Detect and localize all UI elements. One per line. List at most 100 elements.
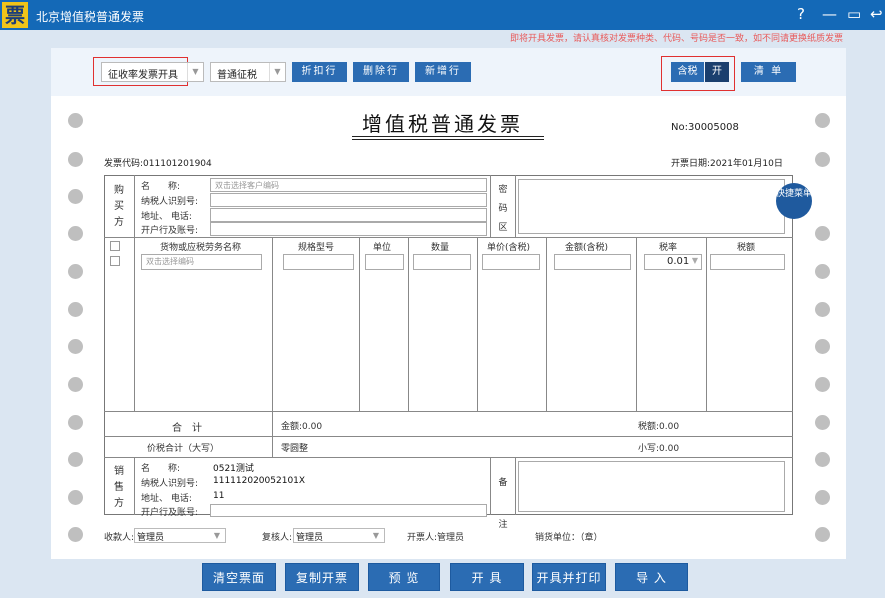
- seller-name-value: 0521测试: [213, 464, 254, 474]
- amount-input[interactable]: [554, 254, 631, 270]
- help-icon[interactable]: ?: [797, 5, 805, 23]
- col-divider: [546, 237, 547, 411]
- delete-row-button[interactable]: 删除行: [353, 62, 409, 82]
- row-checkbox[interactable]: [110, 256, 120, 266]
- col-divider: [359, 237, 360, 411]
- punch-hole: [815, 302, 830, 317]
- punch-hole: [68, 113, 83, 128]
- row-divider: [104, 237, 793, 238]
- invoice-mode-select[interactable]: 征收率发票开具 ▼: [101, 62, 204, 82]
- punch-hole: [815, 452, 830, 467]
- punch-hole: [68, 527, 83, 542]
- seller-taxid-label: 纳税人识别号:: [141, 479, 199, 489]
- spec-input[interactable]: [283, 254, 354, 270]
- seller-bank-input[interactable]: [210, 504, 487, 517]
- total-tax: 税额:0.00: [638, 419, 679, 432]
- row-divider: [104, 411, 793, 412]
- col-divider: [490, 175, 491, 237]
- unit-price-input[interactable]: [482, 254, 540, 270]
- minimize-icon[interactable]: —: [822, 5, 837, 23]
- buyer-section-label: 购买方: [114, 185, 124, 228]
- seller-name-label: 名 称:: [141, 464, 181, 474]
- chevron-down-icon: ▼: [213, 531, 221, 540]
- buyer-name-input[interactable]: 双击选择客户编码: [210, 178, 487, 192]
- col-divider: [134, 457, 135, 515]
- grand-total-label: 价税合计（大写）: [147, 444, 220, 454]
- notice-text: 即将开具发票，请认真核对发票种类、代码、号码是否一致，如不同请更换纸质发票: [509, 34, 843, 44]
- payee-select[interactable]: 管理员 ▼: [134, 528, 226, 543]
- buyer-bank-input[interactable]: [210, 222, 487, 236]
- chevron-down-icon: ▼: [691, 256, 698, 265]
- quantity-input[interactable]: [413, 254, 471, 270]
- punch-hole: [68, 152, 83, 167]
- title-bar: 票 北京增值税普通发票 ? — ▭ ↩: [0, 0, 885, 30]
- unit-input[interactable]: [365, 254, 404, 270]
- buyer-address-label: 地址、 电话:: [141, 212, 192, 222]
- goods-code-input[interactable]: 双击选择编码: [141, 254, 262, 270]
- seller-section-label: 销售方: [114, 466, 124, 509]
- preview-button[interactable]: 预 览: [368, 563, 440, 591]
- quick-menu-button[interactable]: 快捷菜单: [776, 183, 812, 219]
- remark-input[interactable]: [518, 461, 785, 512]
- punch-hole: [815, 339, 830, 354]
- row-divider: [104, 436, 793, 437]
- col-divider: [408, 237, 409, 411]
- buyer-address-input[interactable]: [210, 208, 487, 222]
- punch-hole: [815, 527, 830, 542]
- grand-small-label: 小写:: [638, 444, 660, 454]
- seller-seal-label: 销货单位：（章）: [535, 533, 603, 543]
- add-row-button[interactable]: 新增行: [415, 62, 471, 82]
- punch-hole: [68, 377, 83, 392]
- total-tax-value: 0.00: [659, 422, 680, 432]
- total-amount-label: 金额:: [281, 422, 303, 432]
- punch-hole: [815, 415, 830, 430]
- punch-hole: [815, 490, 830, 505]
- buyer-taxid-input[interactable]: [210, 193, 487, 207]
- reviewer-label: 复核人:: [262, 533, 293, 543]
- punch-hole: [68, 339, 83, 354]
- col-header-quantity: 数量: [431, 243, 450, 253]
- tax-amount-input[interactable]: [710, 254, 785, 270]
- invoice-date-value: 2021年01月10日: [710, 159, 783, 169]
- title-underline: [352, 139, 544, 140]
- invoice-code-value: 011101201904: [143, 159, 212, 169]
- reviewer-select[interactable]: 管理员 ▼: [293, 528, 385, 543]
- seller-bank-label: 开户行及账号:: [141, 508, 199, 518]
- copy-invoice-button[interactable]: 复制开票: [285, 563, 359, 591]
- col-divider: [490, 457, 491, 515]
- issue-button[interactable]: 开 具: [450, 563, 524, 591]
- issuer-label: 开票人:: [407, 533, 438, 543]
- window-title: 北京增值税普通发票: [36, 10, 145, 24]
- punch-hole: [68, 264, 83, 279]
- invoice-number-value: 30005008: [687, 122, 739, 133]
- punch-hole: [68, 415, 83, 430]
- issue-and-print-button[interactable]: 开具并打印: [532, 563, 606, 591]
- buyer-bank-label: 开户行及账号:: [141, 226, 199, 236]
- discount-row-button[interactable]: 折扣行: [292, 62, 347, 82]
- total-amount: 金额:0.00: [281, 419, 322, 432]
- tax-rate-select[interactable]: 0.01 ▼: [644, 254, 702, 270]
- col-header-tax-amount: 税额: [737, 243, 756, 253]
- tax-type-value: 普通征税: [217, 70, 257, 81]
- maximize-icon[interactable]: ▭: [847, 5, 861, 23]
- invoice-number: No:30005008: [671, 122, 739, 133]
- total-label: 合 计: [172, 423, 202, 434]
- col-divider: [272, 411, 273, 457]
- select-all-checkbox[interactable]: [110, 241, 120, 251]
- col-header-unit-price: 单价(含税): [487, 243, 531, 253]
- tax-inclusive-toggle[interactable]: 开: [705, 62, 729, 82]
- tax-inclusive-label: 含税: [671, 62, 704, 82]
- grand-total-big: 零圆整: [281, 444, 309, 454]
- import-button[interactable]: 导 入: [615, 563, 688, 591]
- list-button[interactable]: 清 单: [741, 62, 796, 82]
- col-header-unit: 单位: [373, 243, 392, 253]
- row-divider: [104, 457, 793, 458]
- col-header-goods-name: 货物或应税劳务名称: [160, 243, 242, 253]
- tax-rate-value: 0.01: [667, 256, 690, 267]
- clear-form-button[interactable]: 清空票面: [202, 563, 276, 591]
- back-icon[interactable]: ↩: [870, 5, 883, 23]
- punch-hole: [68, 226, 83, 241]
- col-divider: [706, 237, 707, 411]
- tax-type-select[interactable]: 普通征税 ▼: [210, 62, 286, 82]
- issuer-value: 管理员: [437, 533, 465, 543]
